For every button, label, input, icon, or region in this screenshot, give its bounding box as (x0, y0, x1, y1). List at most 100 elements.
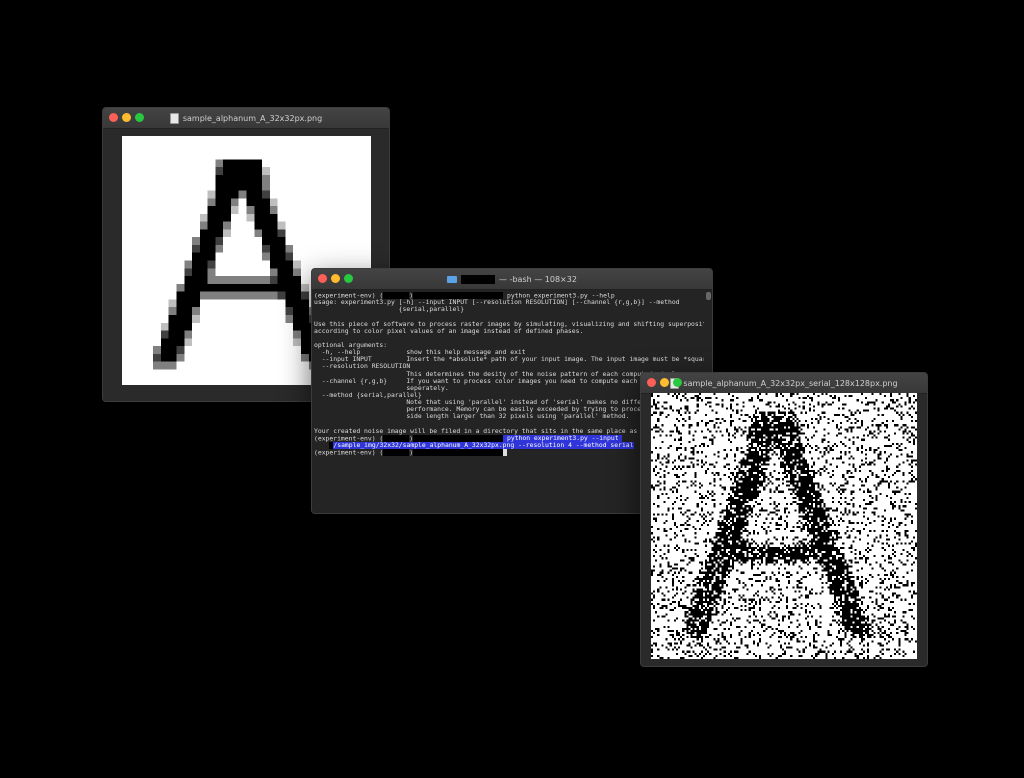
image-pixel (300, 299, 309, 308)
image-pixel (223, 213, 231, 222)
minimize-button[interactable] (122, 113, 131, 122)
window-titlebar[interactable]: — -bash — 108×32 (312, 269, 712, 290)
window-title: sample_alphanum_A_32x32px_serial_128x128… (683, 378, 898, 388)
minimize-button[interactable] (660, 378, 669, 387)
terminal-text-segment: python experiment3.py --help (503, 292, 615, 300)
image-pixel (215, 190, 224, 199)
noise-canvas (651, 393, 917, 659)
image-pixel (176, 338, 185, 347)
zoom-button[interactable] (135, 113, 144, 122)
terminal-text-segment: usage: experiment3.py [-h] --input INPUT… (314, 299, 680, 307)
close-button[interactable] (109, 113, 118, 122)
window-title: sample_alphanum_A_32x32px.png (182, 113, 323, 123)
image-pixel (293, 291, 301, 300)
image-pixel (207, 260, 216, 269)
image-pixel (223, 182, 231, 191)
image-pixel (277, 260, 286, 269)
image-pixel (192, 276, 200, 284)
window-titlebar[interactable]: sample_alphanum_A_32x32px_serial_128x128… (641, 373, 927, 394)
terminal-text-segment: performance. Memory can be easily exceed… (314, 406, 661, 414)
terminal-line: {serial,parallel} (314, 306, 704, 313)
image-pixel (215, 221, 224, 230)
image-pixel (293, 338, 301, 347)
terminal-line: -h, --help show this help message and ex… (314, 349, 704, 356)
image-pixel (293, 283, 301, 292)
image-pixel (168, 314, 177, 323)
terminal-text-segment: optional arguments: (314, 341, 388, 349)
image-pixel (269, 283, 278, 292)
image-pixel (176, 291, 185, 300)
image-pixel (269, 206, 278, 214)
image-pixel (184, 338, 193, 347)
image-pixel (160, 322, 169, 331)
image-pixel (293, 268, 301, 277)
image-pixel (300, 353, 309, 362)
image-pixel (215, 291, 224, 300)
close-button[interactable] (647, 378, 656, 387)
image-pixel (277, 291, 286, 300)
zoom-button[interactable] (344, 274, 353, 283)
image-pixel (300, 291, 309, 300)
image-pixel (269, 252, 278, 261)
image-pixel (285, 268, 294, 277)
image-pixel (192, 314, 200, 323)
image-pixel (184, 299, 193, 308)
image-pixel (262, 174, 270, 183)
image-pixel (215, 213, 224, 222)
image-pixel (262, 198, 270, 207)
image-pixel (199, 229, 208, 238)
terminal-line: usage: experiment3.py [-h] --input INPUT… (314, 299, 704, 306)
image-pixel (277, 268, 286, 277)
image-pixel (293, 260, 301, 269)
image-pixel (168, 299, 177, 308)
image-pixel (207, 229, 216, 238)
image-pixel (215, 237, 224, 245)
scrollbar[interactable] (706, 292, 711, 300)
image-pixel (192, 307, 200, 315)
image-pixel (254, 159, 263, 168)
image-pixel (262, 244, 270, 253)
image-pixel (254, 283, 263, 292)
image-pixel (262, 291, 270, 300)
image-pixel (277, 221, 286, 230)
image-pixel (300, 322, 309, 331)
image-pixel (246, 182, 255, 191)
window-controls (647, 378, 682, 387)
image-pixel (215, 244, 224, 253)
redacted-text (461, 274, 496, 284)
image-pixel (262, 229, 270, 238)
image-pixel (176, 346, 185, 354)
image-pixel (293, 276, 301, 284)
image-pixel (215, 174, 224, 183)
image-pixel (269, 221, 278, 230)
terminal-text-segment: This determines the desity of the noise … (314, 370, 680, 378)
image-pixel (238, 174, 247, 183)
image-pixel (262, 221, 270, 230)
window-titlebar[interactable]: sample_alphanum_A_32x32px.png (103, 108, 389, 129)
image-pixel (192, 291, 200, 300)
terminal-text-segment: --method {serial,parallel} (314, 391, 422, 399)
zoom-button[interactable] (673, 378, 682, 387)
minimize-button[interactable] (331, 274, 340, 283)
image-pixel (230, 291, 239, 300)
image-pixel (160, 330, 169, 339)
image-pixel (246, 283, 255, 292)
image-pixel (184, 260, 193, 269)
redacted-text (413, 434, 504, 442)
terminal-text-segment: side length larger than 32 pixels using … (314, 413, 630, 421)
image-pixel (230, 174, 239, 183)
image-pixel (223, 198, 231, 207)
image-pixel (285, 252, 294, 261)
image-viewer-window-processed[interactable]: sample_alphanum_A_32x32px_serial_128x128… (640, 372, 928, 667)
image-pixel (168, 338, 177, 347)
image-pixel (238, 276, 247, 284)
close-button[interactable] (318, 274, 327, 283)
image-pixel (269, 237, 278, 245)
image-pixel (184, 322, 193, 331)
image-pixel (293, 322, 301, 331)
image-pixel (199, 252, 208, 261)
image-pixel (215, 159, 224, 168)
window-controls (109, 113, 144, 122)
image-pixel (293, 307, 301, 315)
